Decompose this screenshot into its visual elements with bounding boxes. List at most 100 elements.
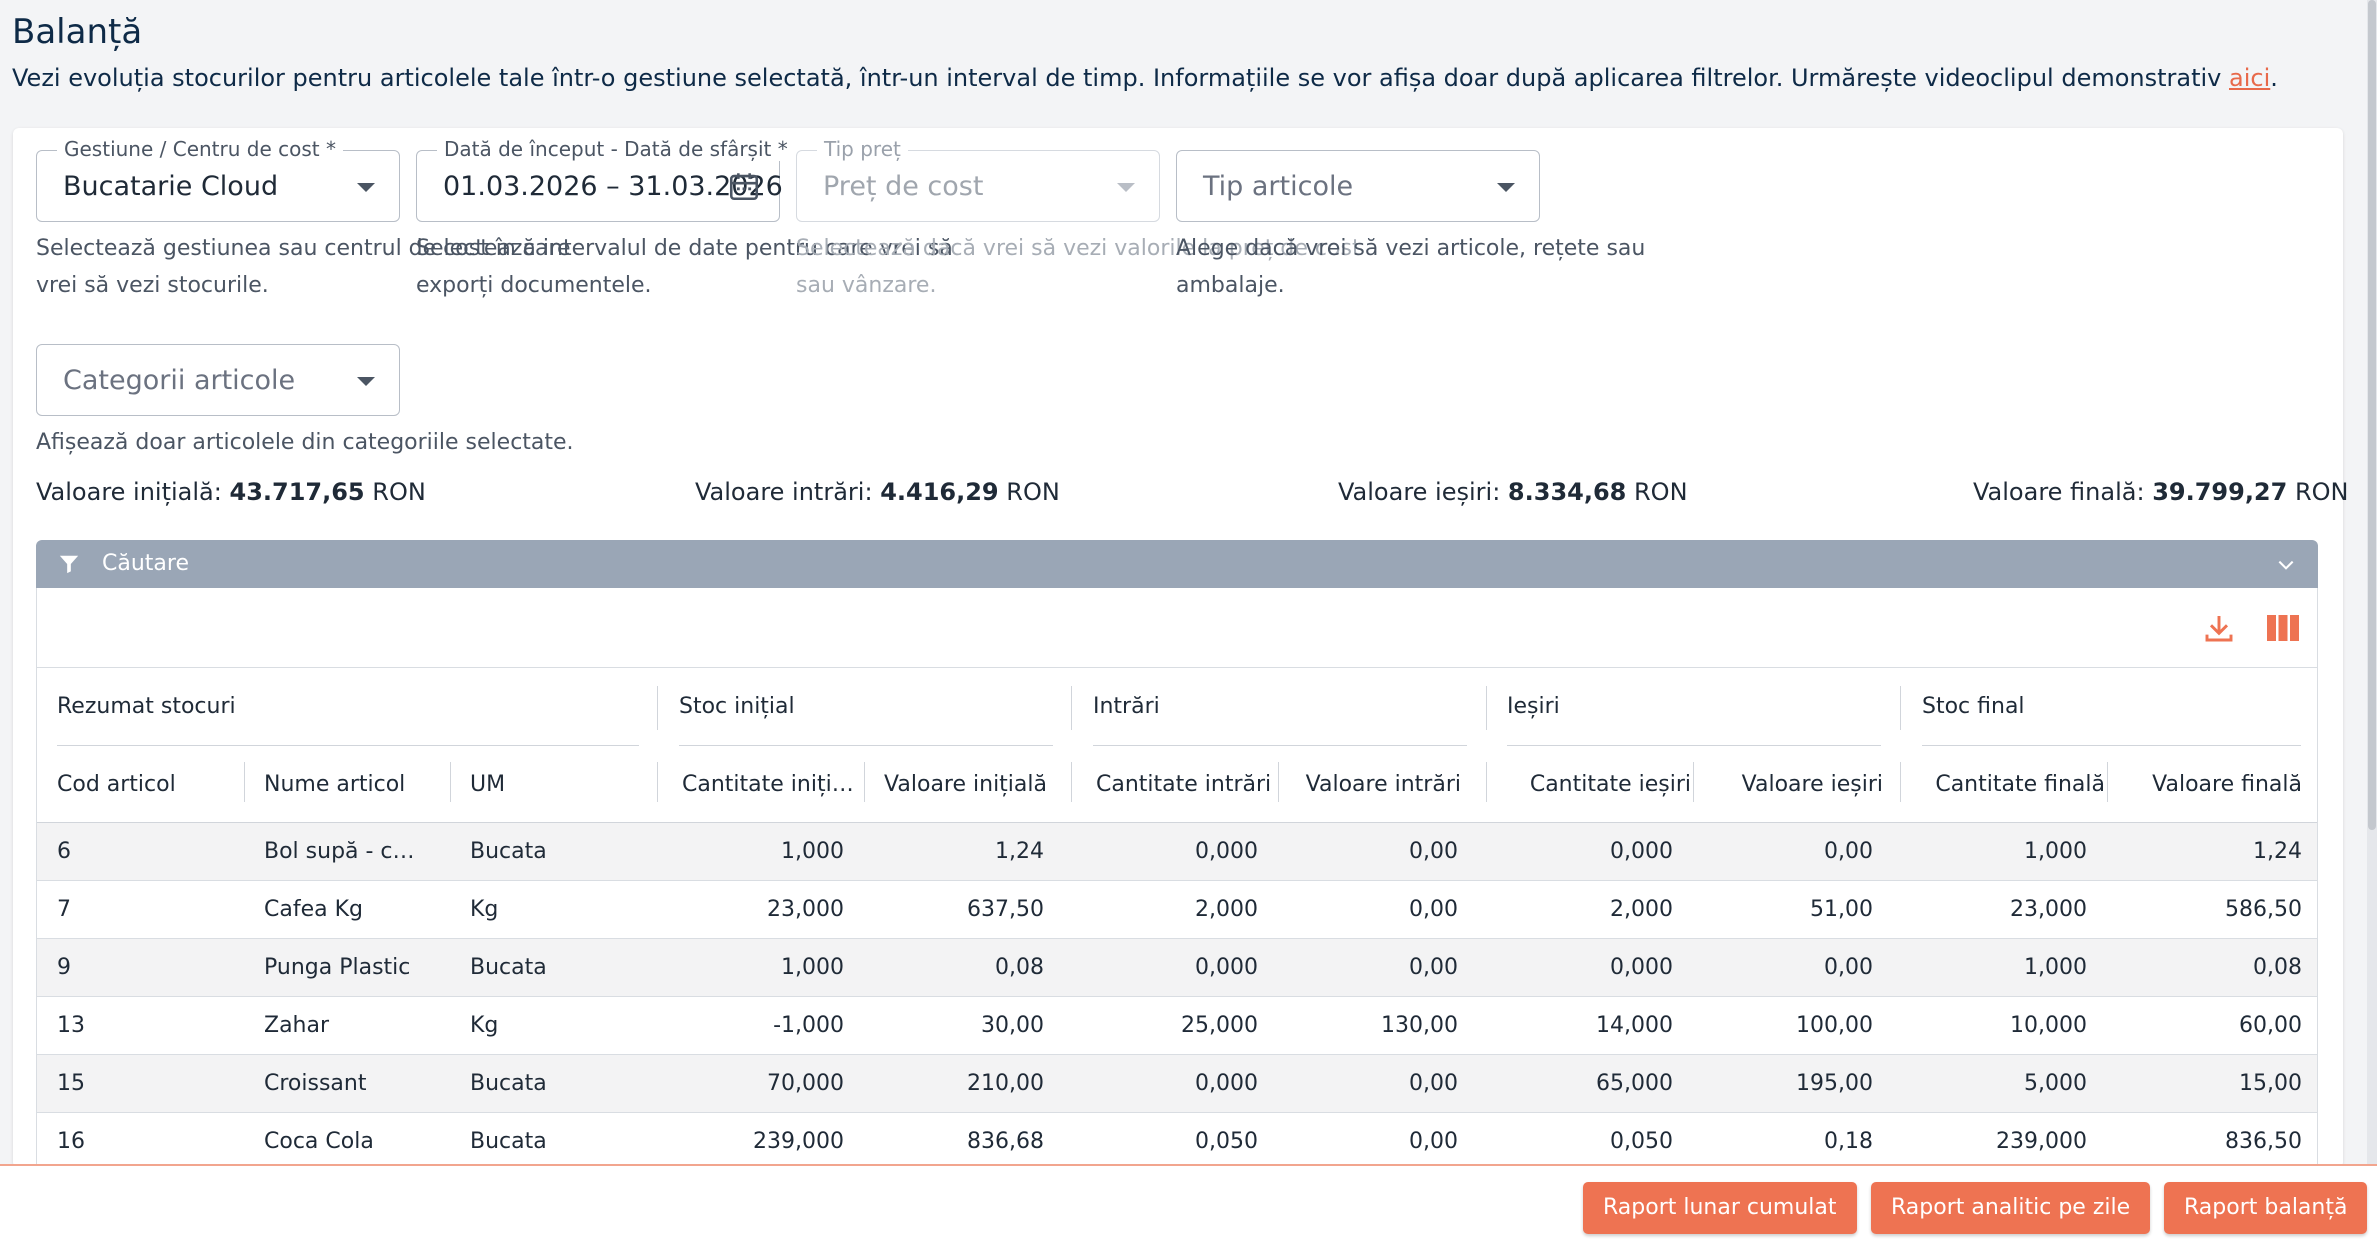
cell-valoare-finala: 0,08 <box>2253 955 2302 980</box>
cell-nume-articol: Bol supă - carton <box>264 839 424 864</box>
cell-cantitate-initiala: 239,000 <box>753 1129 844 1154</box>
col-cantitate-iesiri[interactable]: Cantitate ieșiri <box>1507 772 1691 797</box>
cell-valoare-intrari: 0,00 <box>1409 839 1458 864</box>
stock-table: Rezumat stocuri Stoc inițial Intrări Ieș… <box>36 588 2318 1168</box>
raport-lunar-button[interactable]: Raport lunar cumulat <box>1583 1182 1857 1234</box>
total-label: Valoare intrări: <box>695 478 873 506</box>
table-row[interactable]: 16 Coca Cola Bucata 239,000 836,68 0,050 0,00 0… <box>37 1113 2317 1168</box>
cell-valoare-initiala: 836,68 <box>967 1129 1044 1154</box>
search-label: Căutare <box>102 551 189 576</box>
cell-um: Kg <box>470 1013 499 1038</box>
cell-um: Bucata <box>470 1129 547 1154</box>
cell-um: Bucata <box>470 1071 547 1096</box>
col-cantitate-initiala[interactable]: Cantitate inițială <box>682 772 858 797</box>
cell-cantitate-iesiri: 14,000 <box>1596 1013 1673 1038</box>
tip-articole-help: Alege dacă vrei să vezi articole, rețete… <box>1176 230 1645 304</box>
cell-valoare-iesiri: 0,00 <box>1824 955 1873 980</box>
cell-um: Kg <box>470 897 499 922</box>
col-valoare-iesiri[interactable]: Valoare ieșiri <box>1703 772 1883 797</box>
cell-valoare-intrari: 0,00 <box>1409 1071 1458 1096</box>
cell-valoare-iesiri: 100,00 <box>1796 1013 1873 1038</box>
col-valoare-initiala[interactable]: Valoare inițială <box>867 772 1047 797</box>
total-finala: Valoare finală: 39.799,27 RON <box>1973 478 2349 506</box>
date-range-input[interactable]: Dată de început - Dată de sfârșit * 01.0… <box>416 137 795 222</box>
table-row[interactable]: 15 Croissant Bucata 70,000 210,00 0,000 0,00 65… <box>37 1055 2317 1113</box>
filter-icon <box>58 553 80 579</box>
cell-valoare-iesiri: 51,00 <box>1810 897 1873 922</box>
cell-cantitate-intrari: 0,000 <box>1195 839 1258 864</box>
currency: RON <box>1006 478 1060 506</box>
gestiune-select[interactable]: Gestiune / Centru de cost * Bucatarie Cl… <box>36 137 400 222</box>
cell-valoare-initiala: 0,08 <box>995 955 1044 980</box>
cell-cantitate-finala: 10,000 <box>2010 1013 2087 1038</box>
search-accordion[interactable]: Căutare <box>36 540 2318 588</box>
cell-valoare-intrari: 0,00 <box>1409 1129 1458 1154</box>
currency: RON <box>1634 478 1688 506</box>
col-um[interactable]: UM <box>470 772 630 797</box>
cell-valoare-intrari: 130,00 <box>1381 1013 1458 1038</box>
cell-cantitate-intrari: 0,000 <box>1195 1071 1258 1096</box>
col-valoare-intrari[interactable]: Valoare intrări <box>1281 772 1461 797</box>
chevron-down-icon <box>1497 183 1515 192</box>
table-row[interactable]: 6 Bol supă - carton Bucata 1,000 1,24 0,000 0,… <box>37 823 2317 881</box>
column-headers: Cod articol Nume articol UM Cantitate in… <box>37 746 2317 823</box>
raport-analitic-button[interactable]: Raport analitic pe zile <box>1871 1182 2151 1234</box>
cell-cantitate-iesiri: 2,000 <box>1610 897 1673 922</box>
col-valoare-finala[interactable]: Valoare finală <box>2117 772 2302 797</box>
page-scrollbar[interactable] <box>2367 0 2377 1164</box>
gestiune-value: Bucatarie Cloud <box>63 171 279 202</box>
cell-cantitate-initiala: 1,000 <box>781 955 844 980</box>
cell-cantitate-iesiri: 0,000 <box>1610 955 1673 980</box>
col-nume-articol[interactable]: Nume articol <box>264 772 444 797</box>
page-description: Vezi evoluția stocurilor pentru articole… <box>12 64 2278 92</box>
col-cod-articol[interactable]: Cod articol <box>57 772 237 797</box>
cell-um: Bucata <box>470 955 547 980</box>
scrollbar-thumb[interactable] <box>2368 0 2376 830</box>
cell-cantitate-intrari: 0,050 <box>1195 1129 1258 1154</box>
chevron-down-icon[interactable] <box>2276 555 2296 579</box>
categorii-placeholder: Categorii articole <box>63 365 296 396</box>
cell-cantitate-iesiri: 0,050 <box>1610 1129 1673 1154</box>
cell-valoare-intrari: 0,00 <box>1409 955 1458 980</box>
table-row[interactable]: 9 Punga Plastic Bucata 1,000 0,08 0,000 0,00 0,… <box>37 939 2317 997</box>
chevron-down-icon <box>1117 183 1135 192</box>
help-line: Afișează doar articolele din categoriile… <box>36 430 574 455</box>
cell-cantitate-initiala: -1,000 <box>773 1013 844 1038</box>
cell-valoare-initiala: 637,50 <box>967 897 1044 922</box>
total-value: 4.416,29 <box>880 478 999 506</box>
table-row[interactable]: 7 Cafea Kg Kg 23,000 637,50 2,000 0,00 2,000 51,… <box>37 881 2317 939</box>
cell-valoare-iesiri: 0,18 <box>1824 1129 1873 1154</box>
separator <box>1486 762 1487 802</box>
cell-cantitate-initiala: 70,000 <box>767 1071 844 1096</box>
tip-pret-label: Tip preț <box>817 137 908 161</box>
separator <box>657 762 658 802</box>
cell-cod-articol: 16 <box>57 1129 85 1154</box>
download-icon[interactable] <box>2203 612 2235 648</box>
group-rezumat: Rezumat stocuri <box>57 694 236 719</box>
cell-cod-articol: 15 <box>57 1071 85 1096</box>
tip-articole-select[interactable]: Tip articole <box>1176 150 1540 222</box>
categorii-help: Afișează doar articolele din categoriile… <box>36 424 574 461</box>
cell-cantitate-iesiri: 0,000 <box>1610 839 1673 864</box>
tip-pret-select[interactable]: Tip preț Preț de cost <box>796 137 1160 222</box>
cell-cod-articol: 6 <box>57 839 71 864</box>
separator <box>1693 762 1694 802</box>
categorii-select[interactable]: Categorii articole <box>36 344 400 416</box>
calendar-icon[interactable] <box>727 169 761 207</box>
raport-balanta-button[interactable]: Raport balanță <box>2164 1182 2368 1234</box>
table-row[interactable]: 13 Zahar Kg -1,000 30,00 25,000 130,00 14,000 10… <box>37 997 2317 1055</box>
total-initiala: Valoare inițială: 43.717,65 RON <box>36 478 426 506</box>
demo-video-link[interactable]: aici <box>2229 64 2270 92</box>
cell-valoare-initiala: 1,24 <box>995 839 1044 864</box>
help-line: ambalaje. <box>1176 273 1285 298</box>
columns-icon[interactable] <box>2267 615 2299 645</box>
cell-cantitate-iesiri: 65,000 <box>1596 1071 1673 1096</box>
cell-valoare-initiala: 210,00 <box>967 1071 1044 1096</box>
col-cantitate-intrari[interactable]: Cantitate intrări <box>1096 772 1272 797</box>
cell-cantitate-initiala: 23,000 <box>767 897 844 922</box>
table-toolbar <box>37 588 2317 668</box>
col-cantitate-finala[interactable]: Cantitate finală <box>1905 772 2105 797</box>
cell-valoare-iesiri: 0,00 <box>1824 839 1873 864</box>
column-groups: Rezumat stocuri Stoc inițial Intrări Ieș… <box>37 668 2317 746</box>
tip-pret-value: Preț de cost <box>823 171 984 202</box>
